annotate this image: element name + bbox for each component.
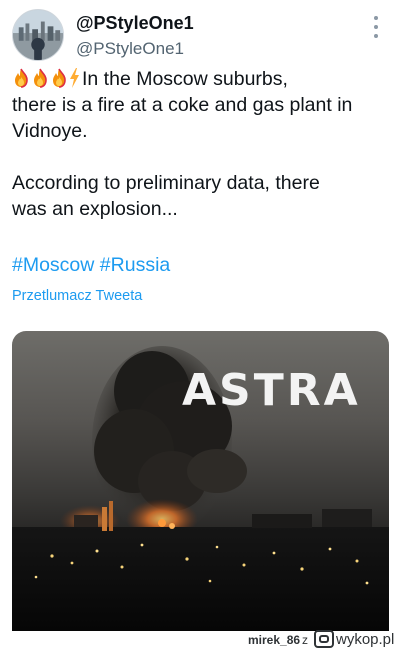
avatar[interactable] <box>12 9 64 61</box>
media-watermark: ASTRA <box>182 365 361 416</box>
more-dot <box>374 34 378 38</box>
footer-username[interactable]: mirek_86 <box>248 633 300 647</box>
tweet: @PStyleOne1 @PStyleOne1 In the Moscow su… <box>0 0 400 650</box>
more-dot <box>374 25 378 29</box>
more-vertical-icon[interactable] <box>368 16 384 38</box>
tweet-text-line-1-label: In the Moscow suburbs, <box>82 68 288 90</box>
author-display-name[interactable]: @PStyleOne1 <box>76 13 194 34</box>
footer-separator: z <box>302 633 308 647</box>
fire-icon <box>31 68 49 88</box>
tweet-media-image[interactable]: ASTRA <box>12 331 389 631</box>
avatar-photo-icon <box>13 10 63 60</box>
tweet-text-line-5: was an explosion... <box>12 198 178 220</box>
wykop-logo[interactable]: wykop.pl <box>314 630 394 648</box>
fire-icon <box>50 68 68 88</box>
translate-tweet-link[interactable]: Przetlumacz Tweeta <box>12 288 142 304</box>
wykop-logo-icon <box>314 630 334 648</box>
hashtag-moscow[interactable]: #Moscow <box>12 254 94 276</box>
tweet-text-line-2: there is a fire at a coke and gas plant … <box>12 94 353 116</box>
more-dot <box>374 16 378 20</box>
author-handle[interactable]: @PStyleOne1 <box>76 39 184 59</box>
wykop-footer: mirek_86 z wykop.pl <box>0 630 400 650</box>
tweet-text-line-1: In the Moscow suburbs, <box>12 66 388 92</box>
hashtags: #Moscow #Russia <box>12 252 170 278</box>
tweet-text: In the Moscow suburbs, there is a fire a… <box>12 66 388 222</box>
lightning-icon <box>69 68 80 88</box>
tweet-header: @PStyleOne1 @PStyleOne1 <box>12 8 388 64</box>
hashtag-russia[interactable]: #Russia <box>100 254 170 276</box>
tweet-text-line-3: Vidnoye. <box>12 120 88 142</box>
tweet-text-line-4: According to preliminary data, there <box>12 172 320 194</box>
fire-icon <box>12 68 30 88</box>
footer-site: wykop.pl <box>336 630 395 648</box>
